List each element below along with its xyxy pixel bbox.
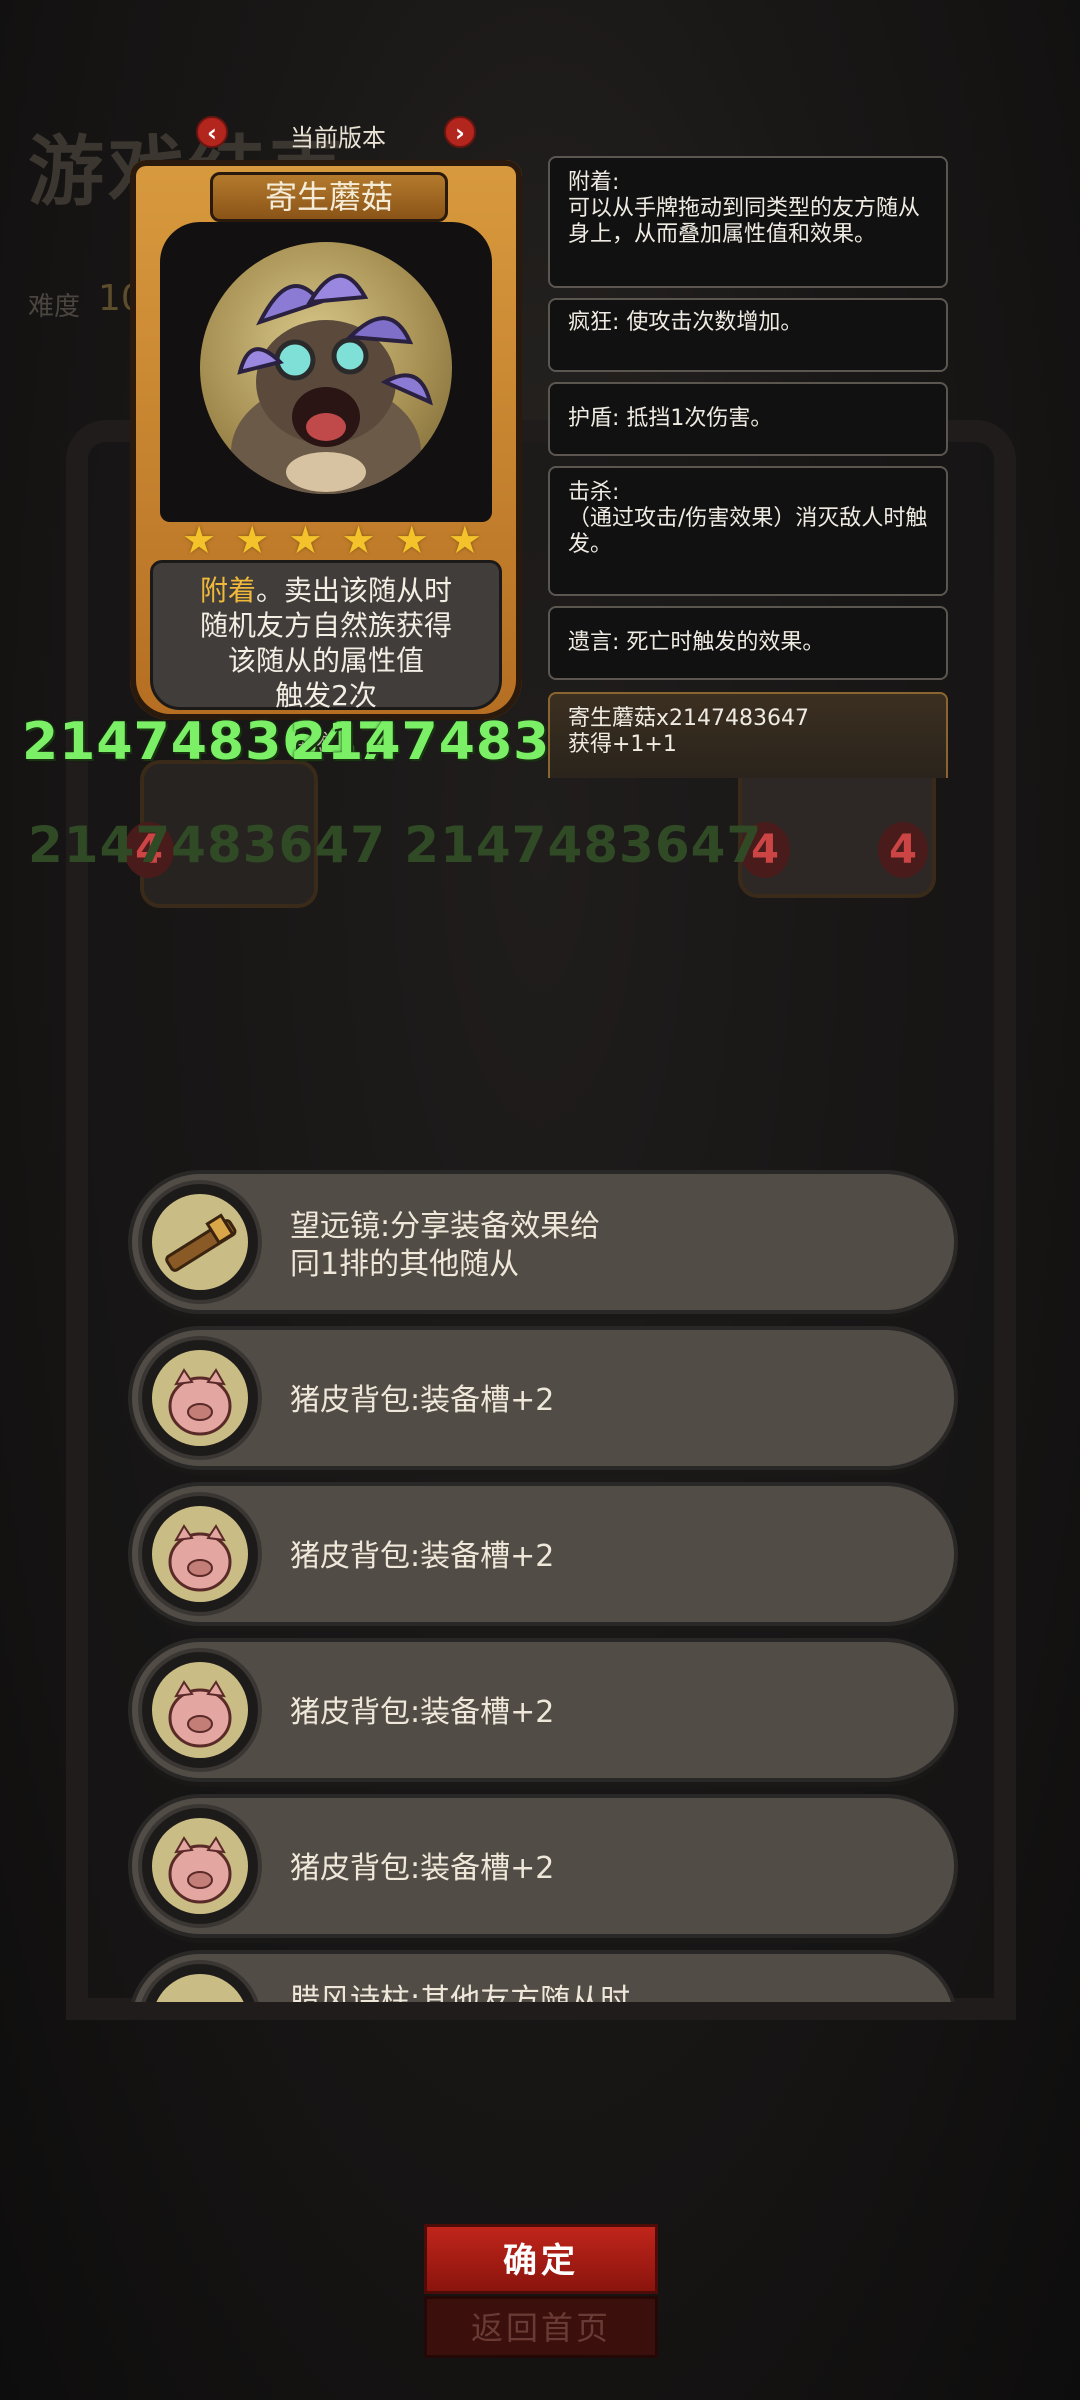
background-number-text: 2147483647 2147483647 — [28, 816, 763, 874]
mushroom-mole-portrait — [200, 242, 452, 494]
card-text-line-1: 附着。卖出该随从时 — [163, 573, 489, 608]
star-icon: ★ — [288, 518, 323, 562]
tooltip-buff-source: 寄生蘑菇x2147483647 获得+1+1 — [548, 692, 948, 778]
equipment-label-line-1: 望远镜:分享装备效果给 — [290, 1209, 601, 1244]
tooltip-body: 疯狂: 使攻击次数增加。 — [568, 310, 803, 335]
tooltip-title: 附着: — [568, 170, 620, 195]
scroll-icon — [152, 1974, 248, 2002]
star-icon: ★ — [341, 518, 376, 562]
equipment-item[interactable]: 猪皮背包:装备槽+2 — [128, 1326, 958, 1470]
card-text-line-3: 该随从的属性值 — [227, 644, 424, 677]
equipment-item[interactable]: 猪皮背包:装备槽+2 — [128, 1482, 958, 1626]
pig-backpack-icon — [152, 1350, 248, 1446]
minion-card[interactable]: 寄生蘑菇 ★ ★ ★ ★ ★ ★ 附着。卖出该随从时 随机友方自然族获得 该随从… — [130, 160, 522, 756]
card-text-line-1-rest: 。卖出该随从时 — [256, 574, 453, 607]
attach-keyword: 附着 — [199, 574, 256, 607]
tooltip-body: 可以从手牌拖动到同类型的友方随从身上，从而叠加属性值和效果。 — [568, 196, 921, 247]
tooltip-body: 护盾: 抵挡1次伤害。 — [568, 406, 773, 431]
return-home-button[interactable]: 返回首页 — [424, 2296, 658, 2358]
star-icon: ★ — [235, 518, 270, 562]
background-minion-card-right: 4 4 — [738, 760, 936, 898]
next-version-button[interactable]: › — [444, 116, 476, 148]
equipment-icon-frame — [138, 1804, 262, 1928]
equipment-label: 望远镜:分享装备效果给 同1排的其他随从 — [290, 1208, 600, 1284]
card-text-line-4: 触发2次 — [275, 679, 377, 712]
tooltip-title: 寄生蘑菇x2147483647 — [568, 706, 809, 731]
tooltip-body: 获得+1+1 — [568, 732, 677, 757]
equipment-label-line-2: 同1排的其他随从 — [290, 1247, 520, 1282]
chevron-right-icon: › — [455, 119, 465, 147]
background-difficulty-label: 难度 — [28, 292, 81, 322]
equipment-item[interactable]: 猪皮背包:装备槽+2 — [128, 1638, 958, 1782]
equipment-icon-frame — [138, 1960, 262, 2002]
equipment-label: 猪皮背包:装备槽+2 — [290, 1695, 555, 1730]
equipment-item[interactable]: 望远镜:分享装备效果给 同1排的其他随从 — [128, 1170, 958, 1314]
tooltip-kill: 击杀: （通过攻击/伤害效果）消灭敌人时触发。 — [548, 466, 948, 596]
star-icon: ★ — [447, 518, 482, 562]
card-art — [160, 222, 492, 522]
version-label: 当前版本 — [290, 124, 386, 152]
tooltip-title: 击杀: — [568, 480, 620, 505]
star-icon: ★ — [182, 518, 217, 562]
tooltip-attach: 附着: 可以从手牌拖动到同类型的友方随从身上，从而叠加属性值和效果。 — [548, 156, 948, 288]
pig-backpack-icon — [152, 1506, 248, 1602]
equipment-icon-frame — [138, 1336, 262, 1460]
equipment-label: 猪皮背包:装备槽+2 — [290, 1851, 555, 1886]
confirm-button[interactable]: 确定 — [424, 2224, 658, 2294]
equipment-label: 腊风诗柱:其他友方随从时 — [290, 1983, 631, 2002]
tooltip-shield: 护盾: 抵挡1次伤害。 — [548, 382, 948, 456]
equipment-icon-frame — [138, 1648, 262, 1772]
equipment-label: 猪皮背包:装备槽+2 — [290, 1383, 555, 1418]
pig-backpack-icon — [152, 1662, 248, 1758]
tooltip-body: （通过攻击/伤害效果）消灭敌人时触发。 — [568, 506, 928, 557]
star-icon: ★ — [394, 518, 429, 562]
equipment-item[interactable]: 猪皮背包:装备槽+2 — [128, 1794, 958, 1938]
star-rating: ★ ★ ★ ★ ★ ★ — [182, 520, 482, 560]
card-description: 附着。卖出该随从时 随机友方自然族获得 该随从的属性值 触发2次 — [150, 560, 502, 712]
tooltip-body: 遗言: 死亡时触发的效果。 — [568, 630, 825, 655]
version-bar: ‹ 当前版本 › — [196, 114, 480, 154]
pig-backpack-icon — [152, 1818, 248, 1914]
equipment-icon-frame — [138, 1492, 262, 1616]
telescope-icon — [152, 1194, 248, 1290]
card-text-line-2: 随机友方自然族获得 — [199, 609, 452, 642]
equipment-item[interactable]: 腊风诗柱:其他友方随从时 — [128, 1950, 958, 2002]
equipment-label: 猪皮背包:装备槽+2 — [290, 1539, 555, 1574]
background-badge-right: 4 — [878, 822, 928, 878]
card-name: 寄生蘑菇 — [210, 172, 448, 222]
equipment-icon-frame — [138, 1180, 262, 1304]
tooltip-deathrattle: 遗言: 死亡时触发的效果。 — [548, 606, 948, 680]
equipment-list[interactable]: 望远镜:分享装备效果给 同1排的其他随从 猪皮背包:装备槽+2 猪皮背包:装备槽… — [128, 1170, 958, 2002]
health-value: 2147483647 — [290, 712, 548, 772]
tooltip-frenzy: 疯狂: 使攻击次数增加。 — [548, 298, 948, 372]
